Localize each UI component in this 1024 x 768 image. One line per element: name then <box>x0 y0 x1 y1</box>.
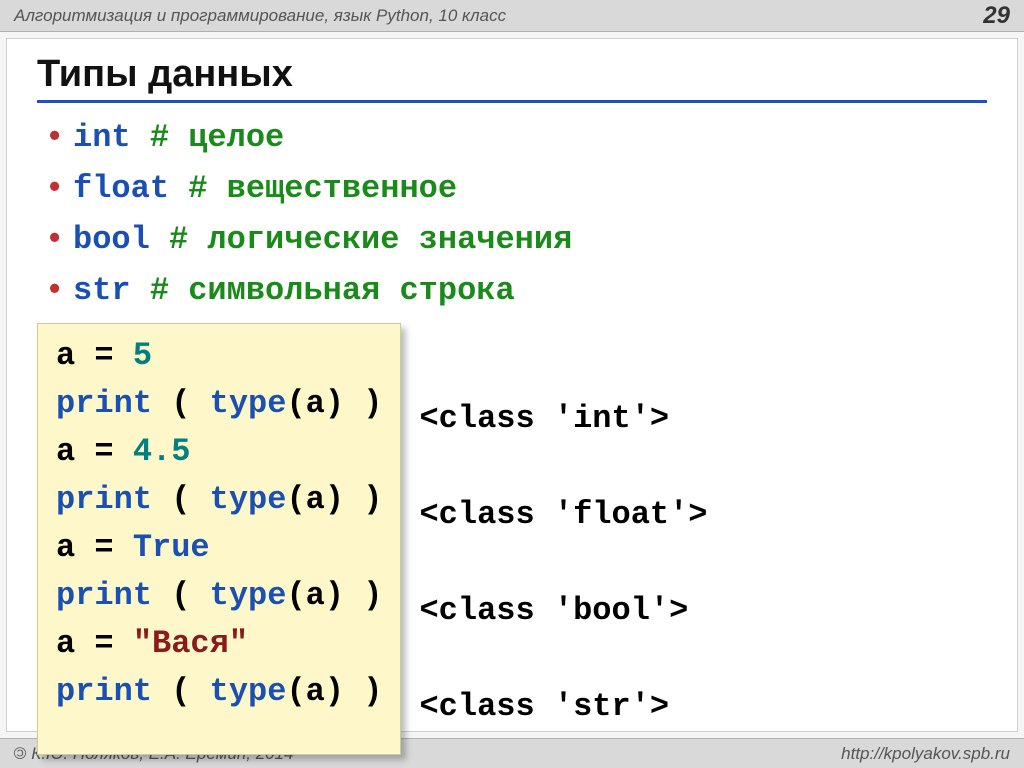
page-number: 29 <box>983 2 1010 30</box>
type-comment: # символьная строка <box>150 272 515 309</box>
list-item: bool # логические значения <box>49 213 987 264</box>
type-keyword: float <box>73 170 169 207</box>
slide-title: Типы данных <box>37 53 987 103</box>
list-item: int # целое <box>49 111 987 162</box>
type-keyword: str <box>73 272 131 309</box>
copyleft-icon: © <box>14 744 27 764</box>
output-line: <class 'str'> <box>419 659 707 755</box>
type-keyword: bool <box>73 221 150 258</box>
slide-header: Алгоритмизация и программирование, язык … <box>0 0 1024 32</box>
code-block: a = 5 print ( type(a) ) a = 4.5 print ( … <box>37 323 401 755</box>
output-line: <class 'float'> <box>419 467 707 563</box>
output-block: <class 'int'> <class 'float'> <class 'bo… <box>419 323 707 755</box>
slide-body: Типы данных int # целое float # веществе… <box>6 38 1018 732</box>
type-comment: # целое <box>150 119 284 156</box>
type-list: int # целое float # вещественное bool # … <box>49 111 987 315</box>
type-comment: # логические значения <box>169 221 572 258</box>
output-line: <class 'int'> <box>419 371 707 467</box>
type-keyword: int <box>73 119 131 156</box>
list-item: float # вещественное <box>49 162 987 213</box>
list-item: str # символьная строка <box>49 264 987 315</box>
output-line: <class 'bool'> <box>419 563 707 659</box>
type-comment: # вещественное <box>188 170 457 207</box>
subject-text: Алгоритмизация и программирование, язык … <box>14 6 506 26</box>
